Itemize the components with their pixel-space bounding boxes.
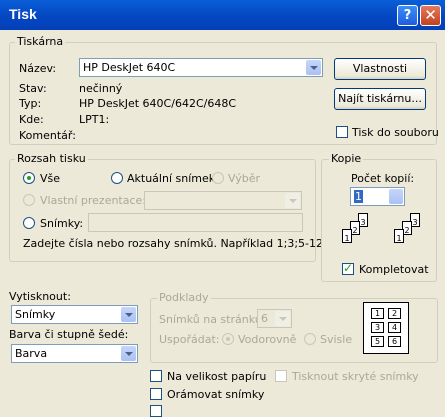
page-1-icon: 1 (342, 229, 352, 243)
where-value: LPT1: (79, 113, 110, 126)
scale-to-fit-checkbox[interactable] (150, 370, 162, 382)
range-custom-show-radio[interactable] (23, 194, 35, 206)
window-title: Tisk (9, 6, 37, 22)
range-custom-show-label: Vlastní prezentace: (40, 194, 147, 207)
per-page-label: Snímků na stránku: (159, 313, 266, 326)
print-to-file-label: Tisk do souboru (352, 126, 439, 139)
print-hidden-label: Tisknout skryté snímky (292, 370, 419, 383)
type-value: HP DeskJet 640C/642C/648C (79, 97, 237, 110)
slides-input[interactable] (88, 213, 303, 232)
order-horizontal-label: Vodorovně (238, 333, 297, 346)
title-bar[interactable]: Tisk ? ✕ (0, 0, 445, 30)
range-current-label: Aktuální snímek (127, 172, 216, 185)
order-vertical-radio[interactable] (304, 333, 316, 345)
print-what-select[interactable]: Snímky (11, 305, 138, 324)
copies-count-label: Počet kopií: (351, 172, 415, 185)
copies-spinner[interactable] (389, 189, 403, 204)
page-1-icon: 1 (394, 229, 404, 243)
chevron-down-icon[interactable] (275, 311, 290, 326)
copies-group-label: Kopie (329, 152, 364, 165)
type-label: Typ: (19, 97, 42, 110)
print-hidden-checkbox[interactable] (275, 370, 287, 382)
where-label: Kde: (19, 113, 44, 126)
scale-to-fit-label: Na velikost papíru (167, 370, 267, 383)
chevron-down-icon[interactable] (306, 60, 321, 75)
collate-illustration: 3 2 1 3 2 1 (330, 211, 430, 255)
close-button[interactable]: ✕ (420, 5, 441, 26)
slide-4-icon: 4 (388, 322, 401, 333)
color-label: Barva či stupně šedé: (9, 328, 129, 341)
order-vertical-label: Svisle (320, 333, 353, 346)
slide-6-icon: 6 (388, 336, 401, 347)
status-label: Stav: (19, 82, 47, 95)
print-what-value: Snímky (15, 308, 56, 321)
slide-1-icon: 1 (371, 308, 384, 319)
status-value: nečinný (79, 82, 123, 95)
slide-2-icon: 2 (388, 308, 401, 319)
chevron-down-icon[interactable] (121, 307, 136, 322)
range-selection-label: Výběr (228, 172, 261, 185)
chevron-down-icon[interactable] (285, 193, 300, 208)
order-label: Uspořádat: (159, 333, 220, 346)
handout-layout-preview: 1 2 3 4 5 6 (363, 302, 409, 354)
range-slides-label: Snímky: (40, 217, 84, 230)
range-all-label: Vše (40, 172, 61, 185)
color-value: Barva (15, 347, 48, 360)
chevron-down-icon[interactable] (121, 346, 136, 361)
range-group-label: Rozsah tisku (15, 152, 88, 165)
range-selection-radio[interactable] (212, 172, 224, 184)
range-all-radio[interactable] (23, 172, 35, 184)
copies-count-input[interactable]: 1 (350, 187, 405, 206)
help-button[interactable]: ? (397, 5, 418, 26)
print-to-file-checkbox[interactable] (336, 126, 348, 138)
handouts-group-label: Podklady (157, 291, 211, 304)
per-page-value: 6 (261, 312, 268, 325)
printer-name-value: HP DeskJet 640C (83, 61, 176, 74)
frame-slides-checkbox[interactable] (150, 388, 162, 400)
print-dialog: Tisk ? ✕ Tiskárna Název: HP DeskJet 640C… (0, 0, 445, 417)
slide-3-icon: 3 (371, 322, 384, 333)
collate-checkbox[interactable] (342, 261, 354, 275)
printer-name-select[interactable]: HP DeskJet 640C (79, 58, 323, 77)
order-horizontal-radio[interactable] (222, 333, 234, 345)
printer-name-label: Název: (19, 62, 57, 75)
range-hint: Zadejte čísla nebo rozsahy snímků. Napří… (23, 237, 323, 250)
properties-button[interactable]: Vlastnosti (334, 58, 426, 80)
collate-label: Kompletovat (359, 263, 429, 276)
comment-label: Komentář: (19, 129, 76, 142)
range-slides-radio[interactable] (23, 217, 35, 229)
range-current-radio[interactable] (111, 172, 123, 184)
color-select[interactable]: Barva (11, 344, 138, 363)
custom-show-select[interactable] (144, 191, 302, 210)
copies-count-value: 1 (354, 190, 363, 203)
partial-checkbox[interactable] (150, 405, 162, 417)
find-printer-button[interactable]: Najít tiskárnu... (334, 88, 426, 110)
print-what-label: Vytisknout: (9, 290, 71, 303)
frame-slides-label: Orámovat snímky (167, 388, 265, 401)
per-page-select[interactable]: 6 (257, 309, 292, 328)
printer-group-label: Tiskárna (15, 35, 66, 48)
slide-5-icon: 5 (371, 336, 384, 347)
